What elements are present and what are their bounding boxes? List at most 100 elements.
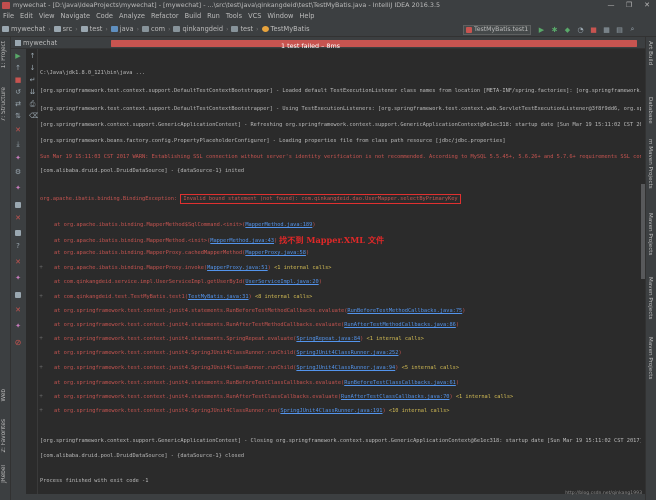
tab-web[interactable]: Web	[1, 389, 7, 402]
error-icon[interactable]: ⊘	[14, 339, 22, 347]
export-icon[interactable]: ⤓	[14, 141, 22, 148]
source-link[interactable]: MapperMethod.java:43	[210, 238, 274, 244]
close-icon[interactable]: ✕	[14, 127, 22, 134]
breadcrumb-java[interactable]: java ›	[110, 25, 139, 33]
source-link[interactable]: SpringRepeat.java:84	[296, 336, 360, 342]
menu-help[interactable]: Help	[299, 11, 314, 22]
run-tab-label[interactable]: mywechat	[15, 37, 57, 49]
source-link[interactable]: RunBeforeTestMethodCallbacks.java:75	[347, 308, 462, 314]
menu-run[interactable]: Run	[207, 11, 220, 22]
internal-calls[interactable]: <10 internal calls>	[386, 408, 450, 414]
pin-icon[interactable]: ✦	[14, 275, 22, 282]
internal-calls[interactable]: <1 internal calls>	[271, 265, 331, 271]
menu-window[interactable]: Window	[267, 11, 293, 22]
pin-icon[interactable]: ✦	[14, 323, 22, 330]
minimize-button[interactable]: —	[602, 0, 620, 11]
soft-wrap-icon[interactable]: ↵	[29, 77, 36, 84]
tab-structure[interactable]: 7: Structure	[1, 87, 7, 121]
clear-all-icon[interactable]: ⌫	[29, 113, 39, 120]
toggle-auto-test-icon[interactable]: ⇄	[14, 101, 22, 108]
tab-maven-projects[interactable]: m Maven Projects	[647, 139, 653, 189]
source-link[interactable]: MapperProxy.java:58	[245, 250, 306, 256]
profile-icon[interactable]: ◔	[576, 25, 585, 34]
source-link[interactable]: RunAfterTestClassCallbacks.java:70	[341, 394, 449, 400]
stop-icon[interactable]: ■	[14, 77, 22, 84]
tab-maven-projects-3[interactable]: Maven Projects	[647, 277, 653, 319]
source-link[interactable]: SpringJUnit4ClassRunner.java:94	[296, 365, 395, 371]
tab-project[interactable]: 1: Project	[1, 41, 7, 68]
settings-icon[interactable]: ⚙	[14, 169, 22, 176]
run-icon[interactable]: ▶	[537, 25, 546, 34]
breadcrumb-test-package[interactable]: test ›	[231, 25, 259, 33]
internal-calls[interactable]: <1 internal calls>	[453, 394, 513, 400]
rerun-icon[interactable]: ▶	[14, 53, 22, 60]
restore-layout-icon[interactable]	[14, 229, 22, 236]
close-button[interactable]: ✕	[638, 0, 656, 11]
breadcrumb-qinkangdeid[interactable]: qinkangdeid ›	[173, 25, 228, 33]
scroll-to-end-icon[interactable]: ⇊	[29, 89, 36, 96]
console-output[interactable]: 找不到 Mapper.XML 文件 C:\Java\jdk1.8.0_121\b…	[38, 49, 641, 500]
breadcrumb-label: qinkangdeid	[182, 25, 224, 33]
close-icon[interactable]: ✕	[14, 307, 22, 314]
sdk-icon[interactable]: ▤	[615, 25, 624, 34]
source-link[interactable]: MapperProxy.java:51	[207, 265, 268, 271]
menu-file[interactable]: File	[3, 11, 14, 22]
menu-build[interactable]: Build	[185, 11, 202, 22]
rerun-failed-icon[interactable]: ↺	[14, 89, 22, 96]
source-link[interactable]: MapperMethod.java:189	[245, 222, 312, 228]
menu-analyze[interactable]: Analyze	[119, 11, 145, 22]
tab-favorites[interactable]: 2: Favorites	[1, 419, 7, 453]
fold-marker-icon[interactable]: +	[38, 393, 44, 401]
layout-icon[interactable]	[14, 291, 22, 298]
source-link[interactable]: RunBeforeTestClassCallbacks.java:61	[344, 380, 456, 386]
tab-art-build[interactable]: Art Build	[647, 41, 653, 65]
close-icon[interactable]: ✕	[14, 215, 22, 222]
pin-icon[interactable]: ✦	[14, 155, 22, 162]
internal-calls[interactable]: <8 internal calls>	[252, 294, 312, 300]
menu-vcs[interactable]: VCS	[248, 11, 261, 22]
pin-tab-icon[interactable]: ✦	[14, 185, 22, 192]
breadcrumb-class[interactable]: TestMyBatis	[261, 25, 310, 33]
fold-marker-icon[interactable]: +	[38, 364, 44, 372]
menu-refactor[interactable]: Refactor	[151, 11, 179, 22]
layout-icon[interactable]	[14, 201, 22, 208]
sort-icon[interactable]: ⇅	[14, 113, 22, 120]
scroll-up-icon[interactable]: ↑	[14, 65, 22, 72]
tab-maven-projects-4[interactable]: Maven Projects	[647, 337, 653, 379]
menu-tools[interactable]: Tools	[226, 11, 242, 22]
fold-marker-icon[interactable]: +	[38, 407, 44, 415]
help-icon[interactable]: ?	[14, 243, 22, 250]
stop-icon[interactable]: ■	[589, 25, 598, 34]
internal-calls[interactable]: <1 internal calls>	[363, 336, 424, 342]
maximize-button[interactable]: ❐	[620, 0, 638, 11]
search-icon[interactable]: ⌕	[628, 25, 637, 34]
fold-marker-icon[interactable]: +	[38, 264, 44, 272]
tab-database[interactable]: Database	[647, 97, 653, 124]
debug-icon[interactable]: ✱	[550, 25, 559, 34]
arrow-up-icon[interactable]: ↑	[29, 53, 36, 60]
coverage-icon[interactable]: ◆	[563, 25, 572, 34]
close-icon[interactable]: ✕	[14, 259, 22, 266]
menu-edit[interactable]: Edit	[20, 11, 33, 22]
breadcrumb-src[interactable]: src ›	[53, 25, 78, 33]
menu-view[interactable]: View	[39, 11, 55, 22]
breadcrumb-test[interactable]: test ›	[80, 25, 108, 33]
source-link[interactable]: TestMyBatis.java:31	[188, 294, 249, 300]
breadcrumb-project[interactable]: mywechat ›	[2, 25, 51, 33]
menu-navigate[interactable]: Navigate	[60, 11, 90, 22]
tab-maven-projects-2[interactable]: Maven Projects	[647, 213, 653, 255]
menu-code[interactable]: Code	[96, 11, 113, 22]
arrow-down-icon[interactable]: ↓	[29, 65, 36, 72]
source-link[interactable]: SpringJUnit4ClassRunner.java:252	[296, 350, 398, 356]
source-link[interactable]: RunAfterTestMethodCallbacks.java:86	[344, 322, 456, 328]
tab-jrebel[interactable]: JRebel	[1, 465, 7, 483]
fold-marker-icon[interactable]: +	[38, 335, 44, 343]
print-icon[interactable]: ⎙	[29, 101, 36, 108]
source-link[interactable]: SpringJUnit4ClassRunner.java:191	[280, 408, 382, 414]
fold-marker-icon[interactable]: +	[38, 293, 44, 301]
run-configuration-select[interactable]: TestMyBatis.test1	[463, 25, 531, 35]
project-structure-icon[interactable]: ▦	[602, 25, 611, 34]
source-link[interactable]: UserServiceImpl.java:20	[245, 279, 318, 285]
internal-calls[interactable]: <5 internal calls>	[398, 365, 459, 371]
breadcrumb-com[interactable]: com ›	[141, 25, 170, 33]
